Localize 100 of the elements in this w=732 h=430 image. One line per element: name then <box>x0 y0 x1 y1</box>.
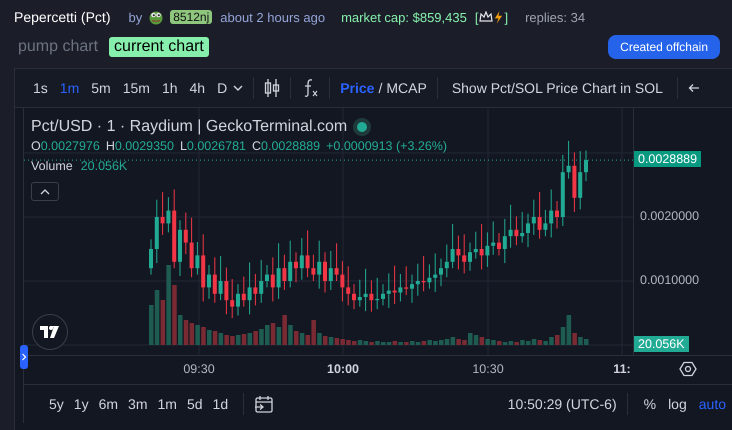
candle <box>444 244 449 278</box>
candle <box>212 256 217 304</box>
mcap-option: MCAP <box>386 80 427 96</box>
interval-tab[interactable]: 1m <box>54 73 86 103</box>
range-button[interactable]: 1y <box>68 396 94 412</box>
volume-value: 20.056K <box>80 159 128 173</box>
ohlc-value: C0.0028889 <box>252 139 320 153</box>
settings-icon[interactable] <box>679 360 697 378</box>
interval-tab[interactable]: 1s <box>27 73 54 103</box>
interval-tab[interactable]: 1h <box>156 73 184 103</box>
candle <box>578 150 582 210</box>
candle <box>270 256 275 302</box>
candle <box>462 234 466 274</box>
ohlc-value: H0.0029350 <box>106 139 174 153</box>
candle <box>468 242 472 272</box>
chart-tab[interactable]: current chart <box>109 37 209 57</box>
clock-text: 10:50:29 (UTC-6) <box>508 396 617 412</box>
reply-count: replies: 34 <box>525 10 586 24</box>
time-tick: 10:30 <box>472 362 504 376</box>
candle <box>520 211 524 244</box>
candle <box>497 232 501 256</box>
status-dot <box>357 122 368 132</box>
coin-title: Pepercetti (Pct) <box>14 9 110 25</box>
last-price-label: 0.0028889 <box>634 151 702 168</box>
change-value: +0.0000913 (+3.26%) <box>326 139 448 153</box>
ohlc-value: O0.0027976 <box>31 139 100 153</box>
candle <box>584 150 588 182</box>
candle <box>178 220 182 276</box>
ohlc-value: L0.0026781 <box>180 139 246 153</box>
arrow-left-icon[interactable] <box>688 83 700 93</box>
candle <box>410 274 414 304</box>
time-tick: 09:30 <box>183 362 215 376</box>
caret-icon[interactable] <box>233 84 244 92</box>
lightning-icon <box>494 10 504 24</box>
price-option: Price <box>340 80 374 96</box>
candle <box>352 284 356 310</box>
interval-tab[interactable]: 15m <box>116 73 156 103</box>
candle <box>439 258 443 287</box>
range-button[interactable]: 1d <box>208 396 234 412</box>
interval-tab[interactable]: 4h <box>184 73 212 103</box>
candle <box>259 259 264 304</box>
candle <box>555 200 559 230</box>
candle <box>526 213 530 248</box>
candle <box>207 264 211 300</box>
candle <box>433 252 438 292</box>
interval-tab[interactable]: D <box>211 73 234 103</box>
range-button[interactable]: 6m <box>94 396 124 412</box>
interval-tab[interactable]: 5m <box>85 73 117 103</box>
candles-icon[interactable] <box>264 78 280 98</box>
candle <box>386 272 391 308</box>
market-cap: market cap: $859,435 <box>341 10 467 24</box>
candle <box>549 188 554 238</box>
candle <box>184 212 188 255</box>
sol-chart-button[interactable]: Show Pct/SOL Price Chart in SOL <box>448 80 667 96</box>
time-tick: 11: <box>613 362 631 376</box>
by-label: by <box>128 10 142 24</box>
offchain-button[interactable]: Created offchain <box>608 35 720 59</box>
collapse-button[interactable] <box>31 182 59 201</box>
candle <box>149 238 153 276</box>
candle <box>300 238 304 280</box>
scale-option[interactable]: % <box>638 396 662 412</box>
candle <box>154 199 159 264</box>
bracket-text: ] <box>504 10 508 24</box>
candle <box>230 278 234 319</box>
volume-label: Volume <box>31 159 73 173</box>
time-tick: 10:00 <box>327 362 359 376</box>
range-button[interactable]: 1m <box>152 396 182 412</box>
candle <box>532 199 536 236</box>
candle <box>328 250 333 290</box>
tradingview-logo <box>32 314 68 350</box>
price-tick: 0.0010000 <box>640 273 700 287</box>
range-button[interactable]: 5y <box>44 396 69 412</box>
scale-option[interactable]: log <box>662 396 693 412</box>
panel-handle[interactable] <box>20 345 28 369</box>
range-button[interactable]: 3m <box>123 396 152 412</box>
candle <box>317 240 322 290</box>
crown-icon <box>479 11 494 23</box>
last-volume-label: 20.056K <box>634 336 689 352</box>
candle <box>201 234 206 302</box>
candle <box>288 240 292 288</box>
range-button[interactable]: 5d <box>182 396 208 412</box>
candle <box>404 266 408 296</box>
candle <box>323 252 327 294</box>
timestamp: about 2 hours ago <box>220 10 326 24</box>
candle <box>265 264 269 288</box>
candle <box>375 277 380 310</box>
chevron-right-icon <box>21 353 27 361</box>
symbol-title: Pct/USD · 1 · Raydium | GeckoTerminal.com <box>31 118 348 136</box>
separator-text: / <box>378 80 382 96</box>
calendar-icon[interactable] <box>254 394 274 414</box>
candle <box>346 266 350 306</box>
avatar-icon <box>148 9 164 25</box>
price-mcap-toggle[interactable]: Price / MCAP <box>340 80 427 96</box>
creator-badge[interactable]: 8512nj <box>170 10 212 24</box>
chevron-up-icon <box>40 188 50 194</box>
candle <box>502 218 507 264</box>
candle <box>242 276 246 308</box>
scale-option[interactable]: auto <box>692 396 732 412</box>
candle <box>474 231 478 260</box>
candle <box>358 279 362 308</box>
